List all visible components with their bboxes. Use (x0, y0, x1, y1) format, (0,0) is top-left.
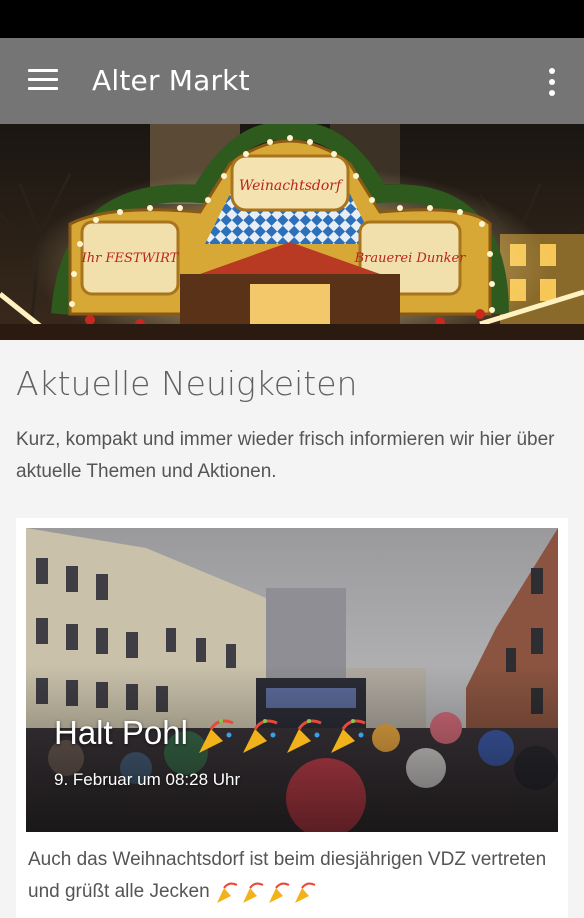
section-intro: Kurz, kompakt und immer wieder frisch in… (16, 429, 555, 482)
hero-sign-top: Weinachtsdorf (239, 178, 344, 194)
hamburger-menu-icon[interactable] (20, 60, 64, 104)
hero-image: Weinachtsdorf Ihr FESTWIRT Brauerei Dunk… (0, 124, 584, 340)
more-vert-icon[interactable] (538, 60, 566, 104)
post-headline-text: Halt Pohl (54, 714, 188, 751)
news-card[interactable]: Halt Pohl 9. Februar um 08:28 Uhr Auch d… (16, 518, 568, 918)
post-headline: Halt Pohl (54, 714, 373, 755)
section-title: Aktuelle Neuigkeiten (16, 364, 358, 403)
party-popper-icon (199, 719, 366, 754)
status-bar (0, 0, 584, 38)
app-bar: Alter Markt (0, 38, 584, 124)
hero-sign-left: Ihr FESTWIRT (81, 251, 180, 266)
post-date: 9. Februar um 08:28 Uhr (54, 770, 241, 789)
party-popper-icon (216, 882, 316, 903)
post-text: Auch das Weihnachtsdorf ist beim diesjäh… (28, 844, 558, 908)
app-title: Alter Markt (92, 64, 250, 97)
hero-sign-right: Brauerei Dunker (354, 251, 467, 266)
